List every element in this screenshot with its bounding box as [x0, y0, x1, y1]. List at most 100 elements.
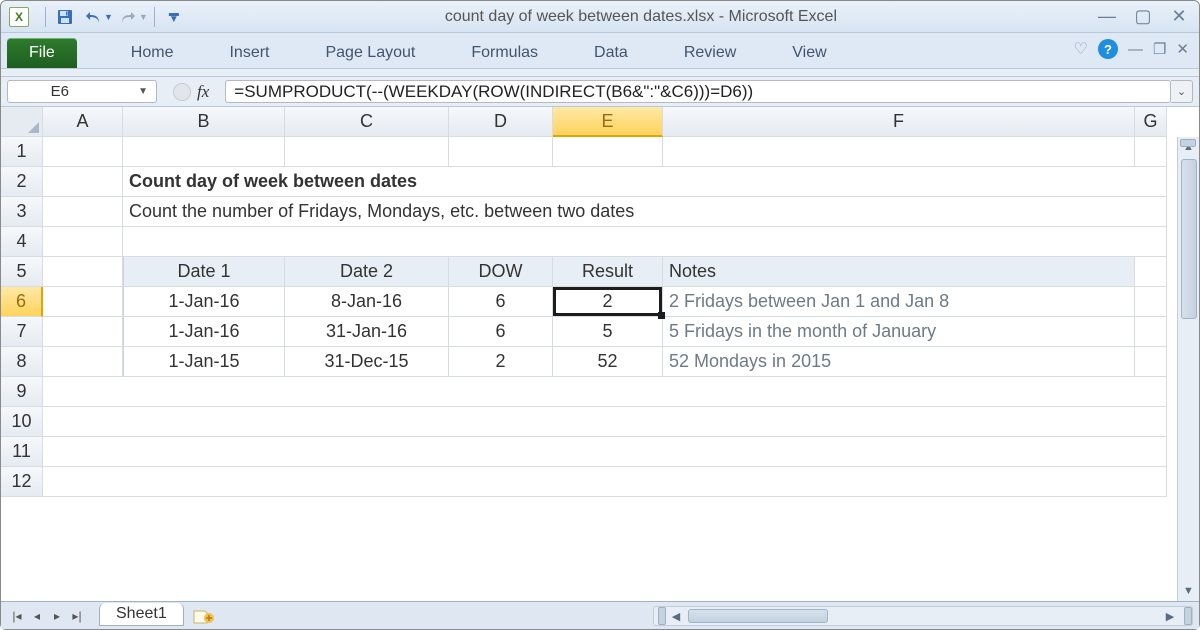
- split-handle[interactable]: [1180, 139, 1196, 147]
- cell-D6[interactable]: 6: [449, 287, 553, 317]
- cell-A8[interactable]: [43, 347, 123, 377]
- excel-icon[interactable]: X: [9, 7, 29, 27]
- chevron-down-icon[interactable]: ▼: [138, 86, 148, 97]
- row-9-cells[interactable]: [43, 377, 1167, 407]
- sheet-tab-sheet1[interactable]: Sheet1: [99, 603, 184, 626]
- col-header-C[interactable]: C: [285, 107, 449, 137]
- th-notes[interactable]: Notes: [663, 257, 1135, 287]
- scroll-left-button[interactable]: ◀: [666, 610, 686, 623]
- cell-F6[interactable]: 2 Fridays between Jan 1 and Jan 8: [663, 287, 1135, 317]
- heading-cell[interactable]: Count day of week between dates: [123, 167, 1167, 197]
- row-12-cells[interactable]: [43, 467, 1167, 497]
- row-header-7[interactable]: 7: [1, 317, 43, 347]
- cell-A5[interactable]: [43, 257, 123, 287]
- tab-review[interactable]: Review: [656, 38, 764, 68]
- doc-minimize-button[interactable]: —: [1128, 41, 1143, 58]
- col-header-F[interactable]: F: [663, 107, 1135, 137]
- formula-bar[interactable]: =SUMPRODUCT(--(WEEKDAY(ROW(INDIRECT(B6&"…: [225, 80, 1171, 103]
- file-tab[interactable]: File: [7, 38, 77, 68]
- help-button[interactable]: ?: [1098, 39, 1118, 59]
- cell-D7[interactable]: 6: [449, 317, 553, 347]
- fx-icon[interactable]: fx: [197, 82, 209, 102]
- cell-G6[interactable]: [1135, 287, 1167, 317]
- tab-insert[interactable]: Insert: [201, 38, 297, 68]
- horizontal-scrollbar[interactable]: ◀ ▶: [653, 606, 1193, 626]
- cell-E1[interactable]: [553, 137, 663, 167]
- cell-A2[interactable]: [43, 167, 123, 197]
- sheet-last-button[interactable]: ▸|: [67, 606, 87, 626]
- tab-formulas[interactable]: Formulas: [443, 38, 566, 68]
- cell-A1[interactable]: [43, 137, 123, 167]
- cell-C6[interactable]: 8-Jan-16: [285, 287, 449, 317]
- cell-G8[interactable]: [1135, 347, 1167, 377]
- cell-C7[interactable]: 31-Jan-16: [285, 317, 449, 347]
- row-11-cells[interactable]: [43, 437, 1167, 467]
- row-header-3[interactable]: 3: [1, 197, 43, 227]
- hscroll-thumb[interactable]: [688, 609, 828, 623]
- cell-C8[interactable]: 31-Dec-15: [285, 347, 449, 377]
- cell-F1[interactable]: [663, 137, 1135, 167]
- undo-button[interactable]: [80, 5, 106, 29]
- maximize-button[interactable]: ▢: [1131, 6, 1155, 27]
- vertical-scrollbar-thumb[interactable]: [1181, 159, 1197, 319]
- col-header-B[interactable]: B: [123, 107, 285, 137]
- doc-close-button[interactable]: ✕: [1176, 40, 1189, 58]
- cell-G5[interactable]: [1135, 257, 1167, 287]
- cell-D8[interactable]: 2: [449, 347, 553, 377]
- th-result[interactable]: Result: [553, 257, 663, 287]
- cell-blank-4[interactable]: [123, 227, 1167, 257]
- select-all-button[interactable]: [1, 107, 43, 137]
- cell-E6[interactable]: 2: [553, 287, 663, 317]
- subheading-cell[interactable]: Count the number of Fridays, Mondays, et…: [123, 197, 1167, 227]
- close-button[interactable]: ✕: [1167, 6, 1191, 27]
- hsplit-handle-right[interactable]: [1184, 607, 1192, 625]
- row-header-6[interactable]: 6: [1, 287, 43, 317]
- col-header-G[interactable]: G: [1135, 107, 1167, 137]
- doc-restore-button[interactable]: ❐: [1153, 40, 1166, 58]
- scroll-right-button[interactable]: ▶: [1160, 610, 1180, 623]
- col-header-E[interactable]: E: [553, 107, 663, 137]
- redo-button[interactable]: [115, 5, 141, 29]
- tab-data[interactable]: Data: [566, 38, 656, 68]
- row-10-cells[interactable]: [43, 407, 1167, 437]
- new-sheet-button[interactable]: [190, 606, 218, 626]
- hscroll-track[interactable]: [686, 607, 1160, 625]
- sheet-first-button[interactable]: |◂: [7, 606, 27, 626]
- cell-B6[interactable]: 1-Jan-16: [123, 287, 285, 317]
- vertical-scrollbar[interactable]: ▲ ▼: [1177, 137, 1199, 601]
- tab-page-layout[interactable]: Page Layout: [297, 38, 443, 68]
- ribbon-expand-icon[interactable]: ♡: [1074, 39, 1088, 59]
- cell-A6[interactable]: [43, 287, 123, 317]
- hsplit-handle-left[interactable]: [658, 607, 666, 625]
- row-header-9[interactable]: 9: [1, 377, 43, 407]
- th-date2[interactable]: Date 2: [285, 257, 449, 287]
- tab-view[interactable]: View: [764, 38, 854, 68]
- cancel-formula-button[interactable]: [173, 83, 191, 101]
- cell-D1[interactable]: [449, 137, 553, 167]
- row-header-8[interactable]: 8: [1, 347, 43, 377]
- cell-G7[interactable]: [1135, 317, 1167, 347]
- cell-B1[interactable]: [123, 137, 285, 167]
- cell-G1[interactable]: [1135, 137, 1167, 167]
- qat-customize-button[interactable]: ▬▼: [161, 5, 187, 29]
- col-header-D[interactable]: D: [449, 107, 553, 137]
- cell-E7[interactable]: 5: [553, 317, 663, 347]
- row-header-5[interactable]: 5: [1, 257, 43, 287]
- cell-B8[interactable]: 1-Jan-15: [123, 347, 285, 377]
- col-header-A[interactable]: A: [43, 107, 123, 137]
- th-date1[interactable]: Date 1: [123, 257, 285, 287]
- cell-B7[interactable]: 1-Jan-16: [123, 317, 285, 347]
- minimize-button[interactable]: —: [1095, 6, 1119, 27]
- cell-A7[interactable]: [43, 317, 123, 347]
- formula-bar-expand[interactable]: ⌄: [1171, 80, 1193, 103]
- th-dow[interactable]: DOW: [449, 257, 553, 287]
- grid[interactable]: A B C D E F G 1 2 Count day of week betw…: [1, 107, 1199, 601]
- row-header-2[interactable]: 2: [1, 167, 43, 197]
- scroll-down-button[interactable]: ▼: [1178, 581, 1199, 601]
- row-header-10[interactable]: 10: [1, 407, 43, 437]
- row-header-12[interactable]: 12: [1, 467, 43, 497]
- cell-F7[interactable]: 5 Fridays in the month of January: [663, 317, 1135, 347]
- row-header-4[interactable]: 4: [1, 227, 43, 257]
- row-header-11[interactable]: 11: [1, 437, 43, 467]
- save-button[interactable]: [52, 5, 78, 29]
